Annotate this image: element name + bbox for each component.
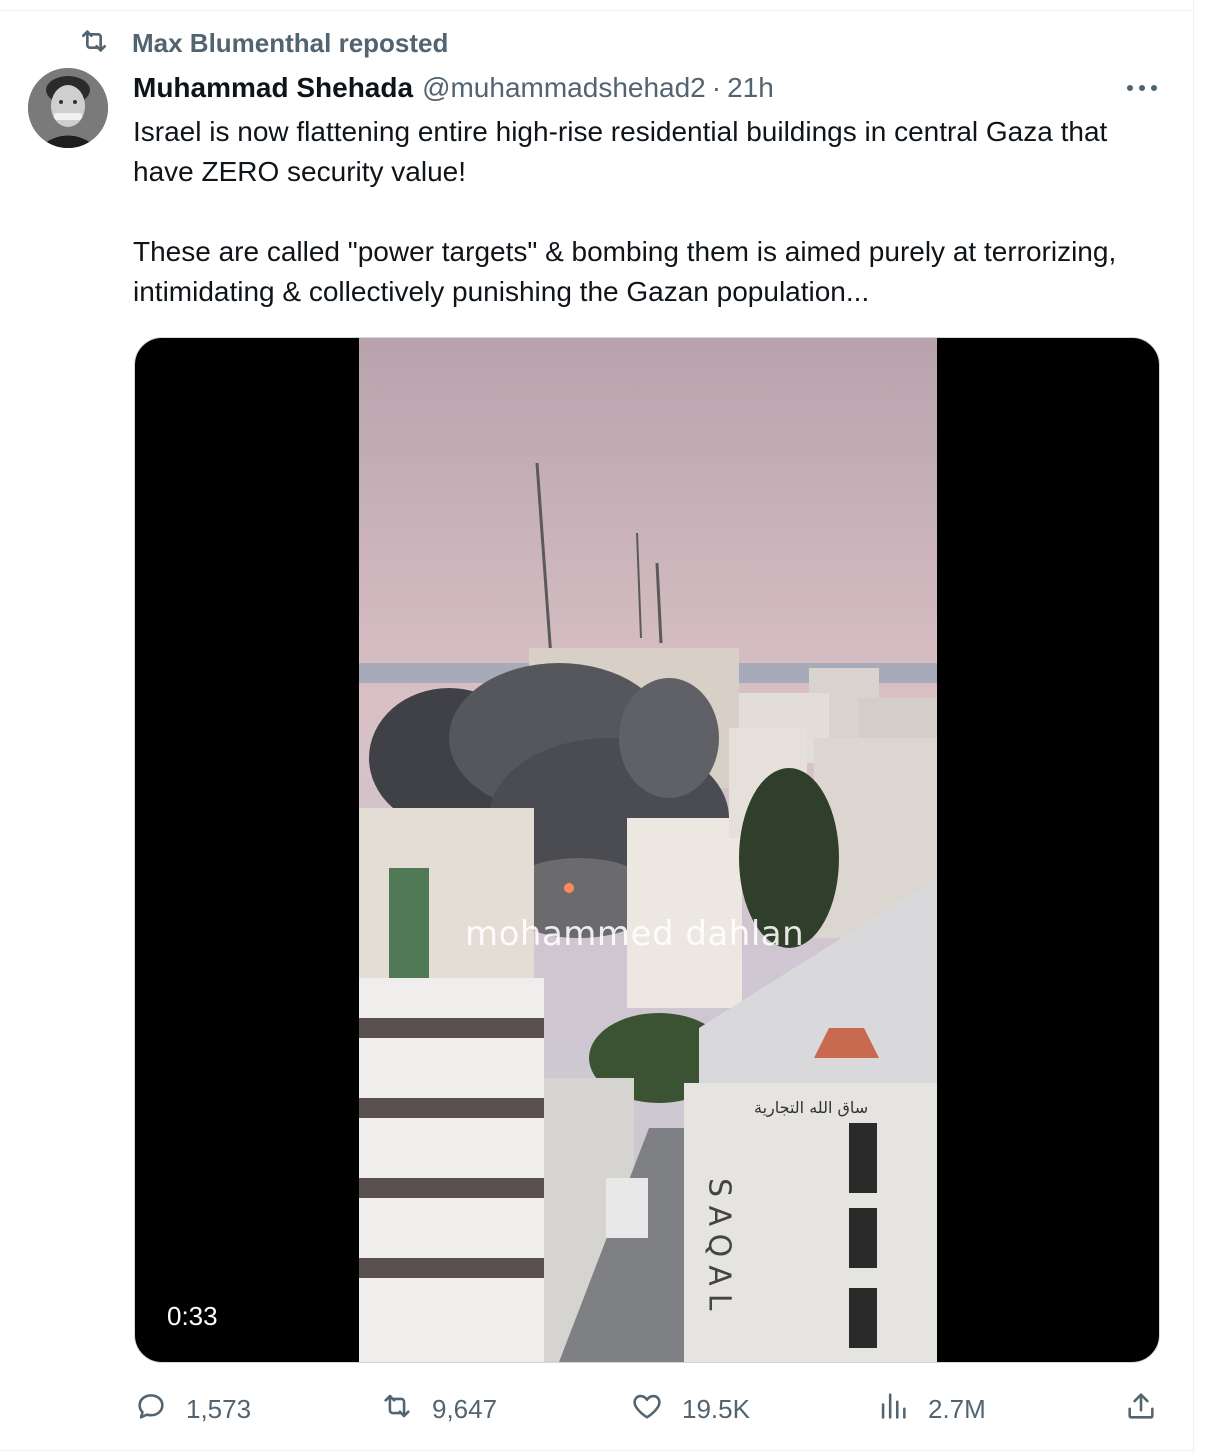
- repost-label[interactable]: Max Blumenthal reposted: [132, 28, 448, 59]
- svg-text:ساق الله التجارية: ساق الله التجارية: [754, 1098, 868, 1118]
- author-display-name[interactable]: Muhammad Shehada: [133, 72, 413, 104]
- views-icon: [876, 1389, 910, 1430]
- frame-divider-right: [1193, 0, 1194, 1454]
- video-watermark: mohammed dahlan: [465, 914, 805, 954]
- repost-icon: [380, 1389, 414, 1430]
- reply-button[interactable]: 1,573: [134, 1386, 251, 1432]
- repost-count: 9,647: [432, 1393, 498, 1424]
- views-count: 2.7M: [928, 1393, 986, 1424]
- video-duration: 0:33: [153, 1290, 232, 1342]
- reply-icon: [134, 1389, 168, 1430]
- author-handle[interactable]: @muhammadshehad2: [422, 72, 706, 104]
- share-button[interactable]: [1124, 1386, 1158, 1432]
- video-player[interactable]: ساق الله التجارية SAQAL mohammed dahlan …: [134, 337, 1160, 1363]
- sign-text: SAQAL: [702, 1178, 737, 1318]
- views-button[interactable]: 2.7M: [876, 1386, 986, 1432]
- repost-indicator: Max Blumenthal reposted: [78, 26, 448, 60]
- tweet-text: Israel is now flattening entire high-ris…: [133, 112, 1173, 312]
- frame-divider-bottom: [0, 1450, 1194, 1451]
- tweet-paragraph-2: These are called "power targets" & bombi…: [133, 236, 1117, 307]
- video-frame: ساق الله التجارية SAQAL: [359, 338, 937, 1362]
- heart-icon: [630, 1389, 664, 1430]
- more-icon[interactable]: [1124, 78, 1160, 98]
- action-bar: 1,573 9,647 19.5K 2.7M: [0, 1386, 1194, 1432]
- tweet-paragraph-1: Israel is now flattening entire high-ris…: [133, 116, 1108, 187]
- repost-button[interactable]: 9,647: [380, 1386, 497, 1432]
- avatar[interactable]: [28, 68, 108, 148]
- frame-divider-top: [0, 10, 1194, 11]
- tweet-timestamp[interactable]: 21h: [727, 72, 774, 104]
- like-count: 19.5K: [682, 1393, 750, 1424]
- repost-icon: [78, 25, 110, 62]
- like-button[interactable]: 19.5K: [630, 1386, 750, 1432]
- share-icon: [1124, 1389, 1158, 1430]
- header-separator: ·: [711, 72, 722, 103]
- tweet-header: Muhammad Shehada @muhammadshehad2 · 21h: [133, 68, 774, 108]
- reply-count: 1,573: [186, 1393, 252, 1424]
